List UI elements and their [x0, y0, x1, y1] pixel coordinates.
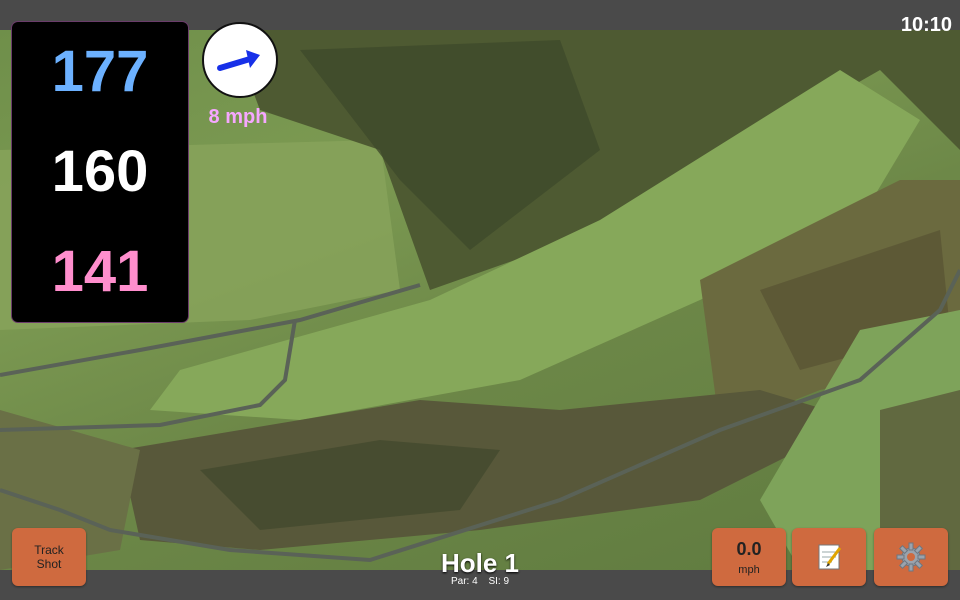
track-shot-label-line2: Shot: [36, 557, 62, 571]
wind-speed-label: 8 mph: [208, 106, 268, 128]
hole-stroke-index: SI: 9: [488, 576, 510, 587]
speed-unit: mph: [738, 563, 760, 576]
gear-icon: [896, 542, 926, 572]
distance-panel: 177 160 141: [12, 22, 188, 322]
distance-front: 141: [51, 239, 149, 304]
distance-middle: 160: [51, 139, 149, 204]
scorecard-notes-button[interactable]: [792, 528, 866, 586]
hole-title: Hole 1: [440, 548, 520, 578]
wind-arrow-icon: [217, 50, 260, 71]
track-shot-button[interactable]: Track Shot: [12, 528, 86, 586]
hole-info: Par: 4 SI: 9: [380, 576, 580, 587]
distance-back: 177: [51, 39, 149, 104]
clock: 10:10: [900, 14, 952, 36]
track-shot-label-line1: Track: [34, 543, 64, 557]
hole-par: Par: 4: [450, 576, 478, 587]
settings-button[interactable]: [874, 528, 948, 586]
speed-button[interactable]: 0.0 mph: [712, 528, 786, 586]
speed-value: 0.0: [736, 538, 762, 559]
wind-indicator: [202, 22, 278, 98]
notepad-icon: [818, 544, 842, 570]
